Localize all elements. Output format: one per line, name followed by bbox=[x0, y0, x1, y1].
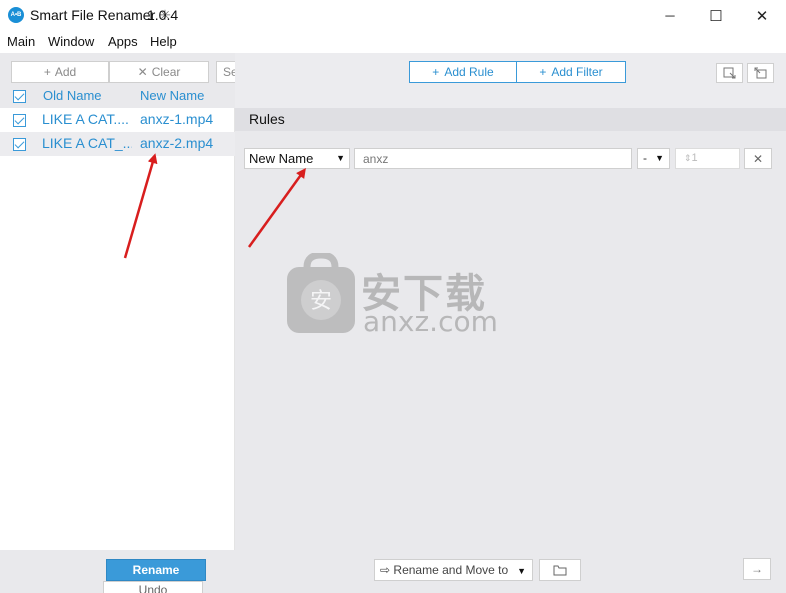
rename-mode-value: Rename and Move to bbox=[393, 563, 509, 577]
app-version: 1.0.4 bbox=[147, 7, 179, 23]
file-toolbar: + Add ✕ Clear Se bbox=[0, 53, 235, 86]
close-icon: ✕ bbox=[752, 151, 764, 166]
load-preset-button[interactable] bbox=[747, 63, 774, 83]
browse-folder-button[interactable] bbox=[539, 559, 581, 581]
add-files-button[interactable]: + Add bbox=[11, 61, 109, 83]
old-name-cell: LIKE A CAT_... bbox=[42, 135, 132, 151]
new-name-input[interactable] bbox=[354, 148, 632, 169]
rename-button[interactable]: Rename bbox=[106, 559, 206, 581]
add-files-label: Add bbox=[54, 65, 77, 79]
rule-type-value: New Name bbox=[249, 151, 314, 166]
file-row[interactable]: LIKE A CAT_... anxz-2.mp4 bbox=[0, 132, 235, 156]
file-panel: + Add ✕ Clear Se Old Name New Name LIKE … bbox=[0, 53, 235, 550]
menu-window[interactable]: Window bbox=[48, 34, 94, 49]
rules-panel: + Add Rule + Add Filter Rules New Name ▼… bbox=[235, 53, 786, 550]
output-bar: ⇨ Rename and Move to ▼ → bbox=[235, 550, 786, 593]
minimize-button[interactable]: ─ bbox=[647, 0, 693, 31]
row-checkbox[interactable] bbox=[13, 138, 26, 151]
search-input[interactable]: Se bbox=[216, 61, 235, 83]
close-button[interactable]: ✕ bbox=[739, 0, 785, 31]
rules-header: Rules bbox=[235, 108, 786, 131]
folder-icon bbox=[553, 565, 567, 575]
clear-files-button[interactable]: ✕ Clear bbox=[109, 61, 209, 83]
svg-text:安: 安 bbox=[310, 289, 332, 314]
save-preset-button[interactable] bbox=[716, 63, 743, 83]
watermark-text-en: anxz.com bbox=[363, 305, 498, 338]
add-rule-button[interactable]: + Add Rule bbox=[409, 61, 517, 83]
menu-help[interactable]: Help bbox=[150, 34, 177, 49]
file-row[interactable]: LIKE A CAT.... anxz-1.mp4 bbox=[0, 108, 235, 132]
add-filter-label: Add Filter bbox=[551, 65, 603, 79]
rename-bar: Rename Undo bbox=[0, 550, 235, 593]
plus-icon: + bbox=[43, 65, 51, 79]
number-stepper-icon: ⇕ bbox=[684, 153, 692, 163]
menu-apps[interactable]: Apps bbox=[108, 34, 138, 49]
maximize-button[interactable]: ☐ bbox=[693, 0, 739, 31]
search-placeholder: Se bbox=[223, 65, 235, 79]
menu-bar: Main Window Apps Help bbox=[0, 31, 786, 53]
undo-button[interactable]: Undo bbox=[103, 581, 203, 593]
file-list-header: Old Name New Name bbox=[0, 86, 235, 108]
rule-type-select[interactable]: New Name ▼ bbox=[244, 148, 350, 169]
title-bar: A•B Smart File Renamer ✳ 1.0.4 ─ ☐ ✕ bbox=[0, 0, 786, 31]
watermark-shield-icon: 安 bbox=[287, 253, 355, 333]
row-checkbox[interactable] bbox=[13, 114, 26, 127]
separator-value: - bbox=[643, 151, 647, 165]
remove-rule-button[interactable]: ✕ bbox=[744, 148, 772, 169]
rename-mode-select[interactable]: ⇨ Rename and Move to ▼ bbox=[374, 559, 533, 581]
app-logo-icon: A•B bbox=[8, 7, 24, 23]
dropdown-arrow-icon: ▼ bbox=[517, 566, 526, 576]
watermark: 安 安下载 anxz.com bbox=[285, 253, 505, 338]
dropdown-arrow-icon: ▼ bbox=[655, 153, 664, 163]
minimize-icon: ─ bbox=[665, 8, 675, 23]
new-name-column-header[interactable]: New Name bbox=[140, 88, 204, 103]
dropdown-arrow-icon: ▼ bbox=[336, 153, 345, 163]
new-name-cell: anxz-2.mp4 bbox=[140, 135, 214, 151]
move-icon: ⇨ bbox=[380, 563, 391, 577]
rules-title: Rules bbox=[249, 111, 285, 127]
start-number-value: 1 bbox=[691, 152, 698, 164]
plus-icon: + bbox=[539, 65, 547, 79]
old-name-cell: LIKE A CAT.... bbox=[42, 111, 129, 127]
select-all-checkbox[interactable] bbox=[13, 90, 26, 103]
close-icon: ✕ bbox=[755, 7, 769, 25]
next-button[interactable]: → bbox=[743, 558, 771, 580]
rule-row: New Name ▼ - ▼ ⇕1 ✕ bbox=[235, 147, 786, 171]
maximize-icon: ☐ bbox=[709, 7, 723, 25]
rules-toolbar: + Add Rule + Add Filter bbox=[235, 53, 786, 108]
add-rule-label: Add Rule bbox=[444, 65, 494, 79]
clear-icon: ✕ bbox=[137, 65, 148, 79]
arrow-right-icon: → bbox=[751, 562, 763, 576]
separator-select[interactable]: - ▼ bbox=[637, 148, 670, 169]
menu-main[interactable]: Main bbox=[7, 34, 35, 49]
start-number-input[interactable]: ⇕1 bbox=[675, 148, 740, 169]
load-preset-icon bbox=[754, 67, 767, 79]
clear-files-label: Clear bbox=[151, 65, 181, 79]
new-name-cell: anxz-1.mp4 bbox=[140, 111, 214, 127]
plus-icon: + bbox=[432, 65, 440, 79]
save-preset-icon bbox=[723, 67, 736, 79]
old-name-column-header[interactable]: Old Name bbox=[43, 88, 102, 103]
add-filter-button[interactable]: + Add Filter bbox=[516, 61, 626, 83]
